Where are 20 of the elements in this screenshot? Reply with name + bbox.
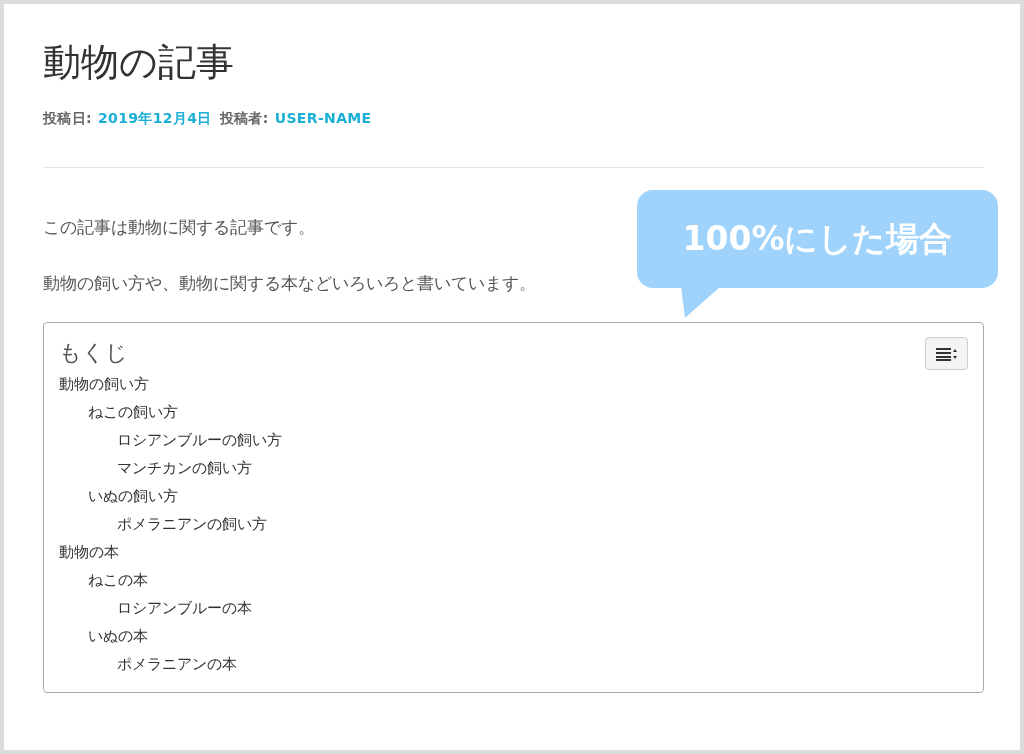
meta-label: 投稿日: — [43, 109, 92, 128]
toc-link[interactable]: ロシアンブルーの本 — [117, 594, 252, 622]
toc-link[interactable]: 動物の飼い方 — [59, 370, 149, 398]
toc-link[interactable]: マンチカンの飼い方 — [117, 454, 252, 482]
paragraph: この記事は動物に関する記事です。 — [43, 216, 315, 239]
toc-link[interactable]: いぬの飼い方 — [88, 482, 178, 510]
toc-link[interactable]: ねこの本 — [88, 566, 148, 594]
toc-link[interactable]: 動物の本 — [59, 538, 119, 566]
paragraph: 動物の飼い方や、動物に関する本などいろいろと書いています。 — [43, 272, 536, 295]
toc-toggle-button[interactable] — [925, 337, 968, 370]
callout-text: 100%にした場合 — [682, 218, 953, 261]
toc-link[interactable]: いぬの本 — [88, 622, 148, 650]
toc-link[interactable]: ねこの飼い方 — [88, 398, 178, 426]
toc-link[interactable]: ロシアンブルーの飼い方 — [117, 426, 282, 454]
toc-link[interactable]: ポメラニアンの飼い方 — [117, 510, 267, 538]
meta-label: 投稿者: — [219, 109, 269, 128]
toc-title: もくじ — [59, 339, 128, 367]
toc-link[interactable]: ポメラニアンの本 — [117, 650, 237, 678]
article-title: 動物の記事 — [43, 39, 234, 86]
list-icon — [935, 346, 958, 361]
